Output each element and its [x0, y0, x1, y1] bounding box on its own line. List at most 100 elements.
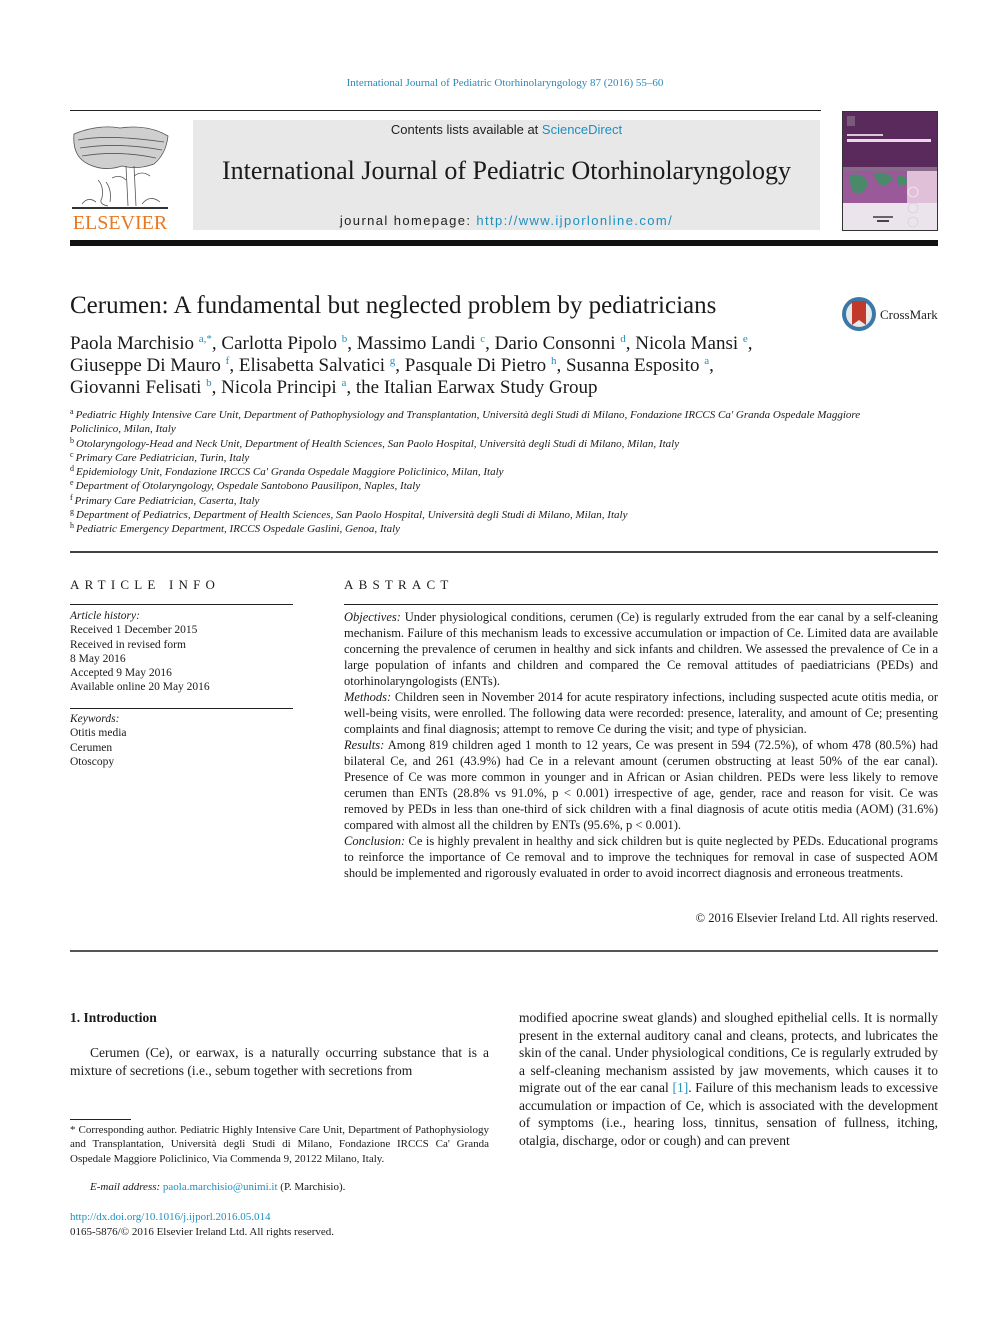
- affiliation-item: a Pediatric Highly Intensive Care Unit, D…: [70, 408, 870, 437]
- author-name[interactable]: Pasquale Di Pietro: [405, 355, 546, 376]
- masthead-thick-rule: [70, 240, 938, 246]
- author-separator: ,: [709, 355, 714, 376]
- affiliation-key: h: [70, 521, 74, 531]
- author-name[interactable]: Susanna Esposito: [566, 355, 700, 376]
- intro-paragraph-right: modified apocrine sweat glands) and slou…: [519, 1009, 938, 1149]
- affiliation-text: Pediatric Emergency Department, IRCCS Os…: [76, 523, 401, 536]
- elsevier-wordmark: ELSEVIER: [72, 212, 168, 234]
- intro-heading: 1. Introduction: [70, 1010, 157, 1025]
- affiliation-item: h Pediatric Emergency Department, IRCCS O…: [70, 522, 870, 536]
- journal-cover-art-icon: [843, 112, 937, 230]
- affiliation-key: a: [70, 407, 74, 416]
- abstract-section-label: Results:: [344, 738, 385, 752]
- abstract-conclusion: Conclusion: Ce is highly prevalent in he…: [344, 833, 938, 881]
- author-name[interactable]: Nicola Mansi: [635, 333, 738, 354]
- affiliation-item: b Otolaryngology-Head and Neck Unit, Depa…: [70, 435, 870, 451]
- journal-cover-image[interactable]: [842, 111, 938, 231]
- abstract-section-label: Objectives:: [344, 610, 401, 624]
- keyword-item: Otoscopy: [70, 755, 115, 768]
- sciencedirect-link[interactable]: ScienceDirect: [542, 122, 622, 137]
- history-item: Received in revised form: [70, 638, 186, 651]
- affiliation-item: c Primary Care Pediatrician, Turin, Italy: [70, 449, 870, 465]
- section-divider: [70, 551, 938, 553]
- abstract-rule: [344, 604, 938, 605]
- doi-link[interactable]: http://dx.doi.org/10.1016/j.ijporl.2016.…: [70, 1211, 271, 1223]
- abstract-results: Results: Among 819 children aged 1 month…: [344, 737, 938, 833]
- crossmark-icon: [842, 297, 876, 331]
- corresponding-author-footnote: * Corresponding author. Pediatric Highly…: [70, 1124, 489, 1165]
- keywords-rule: [70, 708, 293, 709]
- email-link[interactable]: paola.marchisio@unimi.it: [163, 1181, 278, 1193]
- abstract-end-rule: [70, 950, 938, 952]
- abstract-section-text: Among 819 children aged 1 month to 12 ye…: [344, 738, 938, 832]
- affiliation-text: Department of Otolaryngology, Ospedale S…: [75, 480, 421, 493]
- author-name[interactable]: Paola Marchisio: [70, 333, 194, 354]
- article-history-label: Article history:: [70, 610, 140, 622]
- abstract-objectives: Objectives: Under physiological conditio…: [344, 609, 938, 689]
- article-info-rule: [70, 604, 293, 605]
- author-name[interactable]: Elisabetta Salvatici: [239, 355, 385, 376]
- keyword-item: Cerumen: [70, 741, 113, 754]
- author-separator: ,: [211, 333, 222, 354]
- author-name[interactable]: Giuseppe Di Mauro: [70, 355, 221, 376]
- affiliation-item: f Primary Care Pediatrician, Caserta, Ita…: [70, 492, 870, 508]
- abstract-section-label: Conclusion:: [344, 834, 406, 848]
- crossmark-button[interactable]: CrossMark: [840, 295, 940, 335]
- email-label: E-mail address:: [90, 1181, 163, 1193]
- history-item: 8 May 2016: [70, 652, 126, 665]
- author-name[interactable]: Dario Consonni: [495, 333, 616, 354]
- history-item: Available online 20 May 2016: [70, 681, 210, 694]
- elsevier-logo[interactable]: ELSEVIER: [68, 120, 172, 234]
- author-name[interactable]: Giovanni Felisati: [70, 377, 201, 398]
- keywords-label: Keywords:: [70, 713, 120, 725]
- affiliation-item: e Department of Otolaryngology, Ospedale …: [70, 479, 870, 493]
- homepage-prefix: journal homepage:: [339, 213, 477, 228]
- history-item: Accepted 9 May 2016: [70, 667, 172, 680]
- author-name[interactable]: Massimo Landi: [357, 333, 476, 354]
- homepage-line: journal homepage: http://www.ijporlonlin…: [193, 213, 820, 228]
- author-separator: ,: [347, 333, 357, 354]
- issn-copyright: 0165-5876/© 2016 Elsevier Ireland Ltd. A…: [70, 1226, 335, 1238]
- author-separator: ,: [625, 333, 636, 354]
- author-name[interactable]: Nicola Principi: [221, 377, 337, 398]
- author-separator: ,: [229, 355, 239, 376]
- email-suffix: (P. Marchisio).: [277, 1181, 346, 1193]
- abstract-heading: ABSTRACT: [344, 577, 454, 592]
- abstract-methods: Methods: Children seen in November 2014 …: [344, 689, 938, 737]
- affiliation-key: c: [70, 449, 74, 459]
- affiliation-key: f: [70, 492, 73, 502]
- article-title: Cerumen: A fundamental but neglected pro…: [70, 292, 717, 319]
- reference-link[interactable]: [1]: [672, 1080, 688, 1095]
- masthead-banner: Contents lists available at ScienceDirec…: [193, 120, 820, 230]
- footnote-rule: [70, 1119, 131, 1120]
- affiliation-key: g: [70, 507, 74, 517]
- article-history: Article history: Received 1 December 201…: [70, 609, 293, 695]
- author-name[interactable]: Carlotta Pipolo: [221, 333, 337, 354]
- author-separator: ,: [211, 377, 222, 398]
- keyword-item: Otitis media: [70, 727, 127, 740]
- journal-homepage-link[interactable]: http://www.ijporlonline.com/: [476, 213, 673, 228]
- author-affiliation-marker[interactable]: a,*: [199, 333, 212, 345]
- author-name[interactable]: the Italian Earwax Study Group: [356, 377, 598, 398]
- contents-prefix: Contents lists available at: [390, 122, 542, 137]
- author-list: Paola Marchisio a,*, Carlotta Pipolo b, …: [70, 333, 840, 399]
- contents-line: Contents lists available at ScienceDirec…: [193, 122, 820, 137]
- elsevier-tree-icon: [72, 126, 169, 209]
- affiliation-text: Otolaryngology-Head and Neck Unit, Depar…: [76, 437, 680, 450]
- affiliation-key: b: [70, 435, 74, 445]
- crossmark-label: CrossMark: [880, 307, 938, 322]
- author-separator: ,: [395, 355, 405, 376]
- masthead-top-rule: [70, 110, 821, 111]
- affiliation-text: Primary Care Pediatrician, Turin, Italy: [75, 451, 250, 464]
- affiliation-text: Department of Pediatrics, Department of …: [76, 509, 628, 522]
- intro-paragraph-left: Cerumen (Ce), or earwax, is a naturally …: [70, 1045, 489, 1078]
- affiliation-text: Primary Care Pediatrician, Caserta, Ital…: [74, 494, 260, 507]
- affiliation-text: Pediatric Highly Intensive Care Unit, De…: [70, 409, 861, 436]
- abstract-section-text: Ce is highly prevalent in healthy and si…: [344, 834, 939, 880]
- author-separator: ,: [556, 355, 566, 376]
- affiliation-text: Epidemiology Unit, Fondazione IRCCS Ca' …: [76, 466, 504, 479]
- journal-title: International Journal of Pediatric Otorh…: [222, 156, 791, 185]
- running-header[interactable]: International Journal of Pediatric Otorh…: [0, 77, 992, 89]
- affiliation-item: d Epidemiology Unit, Fondazione IRCCS Ca'…: [70, 465, 870, 479]
- abstract-section-label: Methods:: [344, 690, 392, 704]
